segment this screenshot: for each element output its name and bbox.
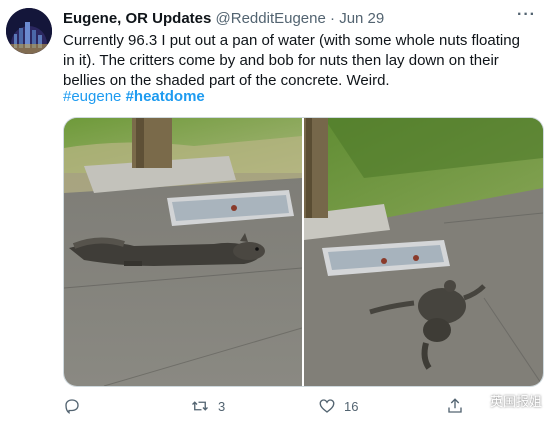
separator-dot: · [330, 10, 336, 27]
like-icon [319, 399, 335, 413]
retweet-icon [192, 401, 208, 411]
squirrel-photo-left[interactable] [64, 118, 302, 386]
tweet-header: Eugene, OR Updates @RedditEugene · Jun 2… [63, 10, 384, 27]
retweet-button[interactable]: 3 [190, 397, 225, 415]
hashtag-heatdome[interactable]: #heatdome [126, 88, 205, 105]
share-button[interactable] [446, 397, 464, 415]
tweet-media[interactable] [63, 117, 544, 387]
hashtag-eugene[interactable]: #eugene [63, 88, 121, 105]
share-icon [448, 398, 462, 413]
watermark: 英国报姐 [464, 391, 542, 410]
like-button[interactable]: 16 [318, 397, 358, 415]
retweet-count: 3 [218, 398, 226, 414]
like-count: 16 [344, 398, 359, 414]
author-name[interactable]: Eugene, OR Updates [63, 10, 211, 27]
avatar[interactable] [6, 8, 52, 54]
reply-icon [65, 399, 79, 415]
tweet-date[interactable]: Jun 29 [339, 10, 384, 27]
tweet-text: Currently 96.3 I put out a pan of water … [63, 32, 520, 89]
squirrel-photo-right[interactable] [304, 118, 543, 386]
wechat-logo-icon [464, 392, 485, 408]
watermark-text: 英国报姐 [489, 394, 542, 409]
more-options-icon[interactable]: ··· [517, 6, 536, 24]
author-handle[interactable]: @RedditEugene [216, 10, 326, 27]
hashtags: #eugene #heatdome [63, 88, 205, 105]
tweet-actions: 3 16 [63, 397, 533, 419]
reply-button[interactable] [63, 397, 89, 415]
